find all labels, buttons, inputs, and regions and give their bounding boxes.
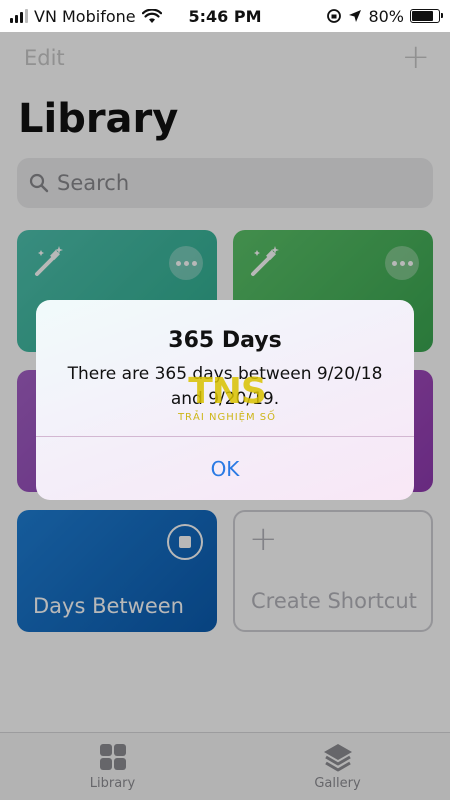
location-icon	[349, 10, 362, 22]
carrier-name: VN Mobifone	[34, 6, 136, 26]
wifi-icon	[141, 8, 162, 23]
battery-icon	[410, 9, 443, 23]
alert-dialog: 365 Days There are 365 days between 9/20…	[36, 300, 414, 500]
ok-button[interactable]: OK	[36, 437, 414, 500]
status-left: VN Mobifone	[10, 7, 162, 26]
status-bar: VN Mobifone 5:46 PM 80%	[0, 0, 450, 32]
battery-percent: 80%	[368, 6, 404, 26]
alert-title: 365 Days	[168, 328, 282, 353]
watermark-tagline: TRẢI NGHIỆM SỐ	[177, 412, 277, 423]
rotation-lock-icon	[327, 9, 342, 23]
alert-message: There are 365 days between 9/20/18 and 9…	[67, 364, 383, 409]
status-right: 80%	[326, 6, 443, 26]
signal-strength-icon	[10, 9, 28, 23]
